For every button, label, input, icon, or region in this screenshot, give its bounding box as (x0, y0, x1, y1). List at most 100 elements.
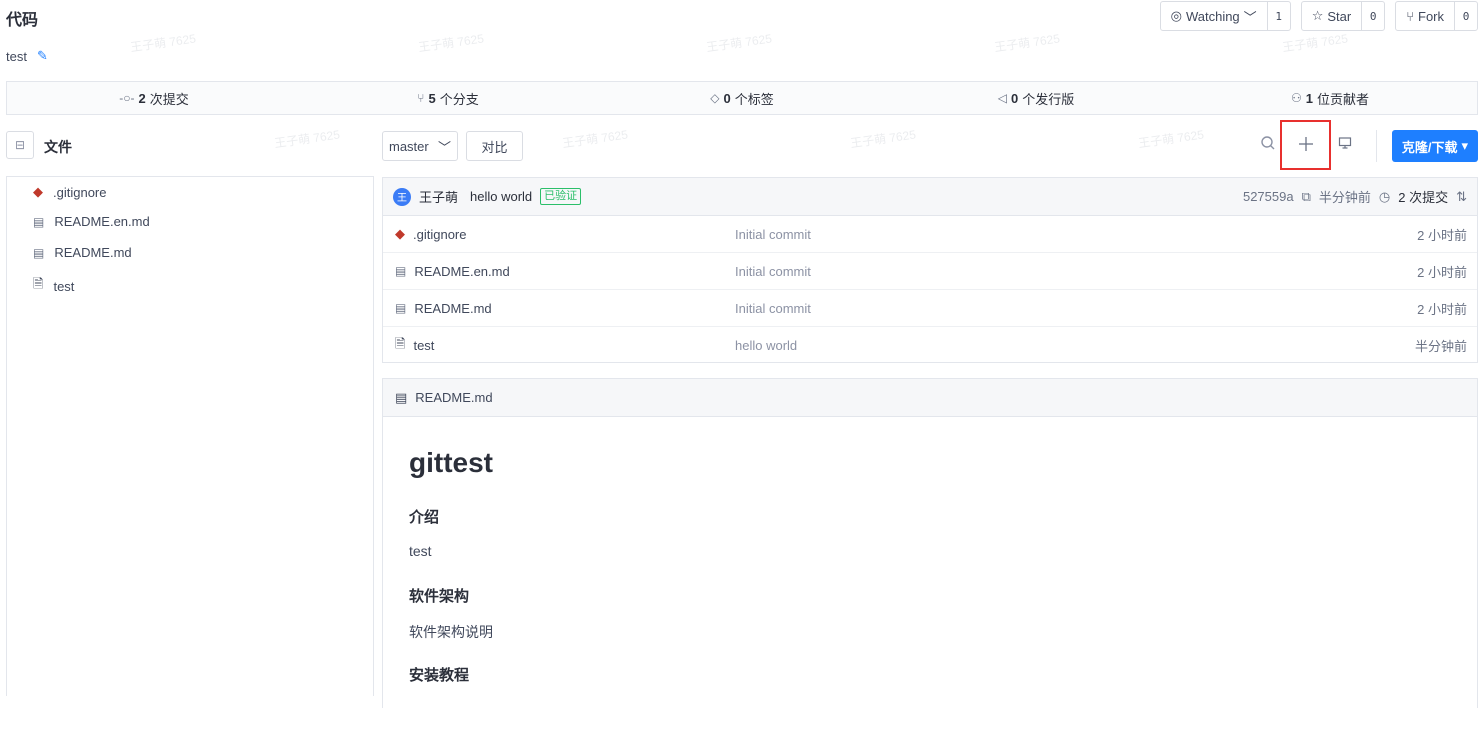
branch-icon: ⑂ (417, 91, 425, 105)
watermark: 王子萌 7625 (561, 127, 629, 151)
watermark: 王子萌 7625 (129, 31, 197, 55)
git-icon: ◆ (395, 226, 405, 241)
fork-icon: ⑂ (1406, 8, 1414, 24)
tree-item-label: README.en.md (54, 214, 150, 229)
repo-description-text: test (6, 48, 27, 64)
book-icon: ▤ (395, 301, 407, 315)
fork-count[interactable]: 0 (1455, 2, 1477, 30)
stat-releases-num: 0 (1010, 90, 1019, 106)
file-tree-panel: ◆ .gitignore ▤ README.en.md ▤ README.md … (6, 176, 374, 696)
stat-tags[interactable]: ◇ 0 个标签 (595, 82, 889, 114)
file-icon: 🗎 (395, 335, 406, 351)
file-name[interactable]: ◆ .gitignore (395, 226, 466, 242)
file-list-panel: 王 王子萌 hello world 已验证 527559a ⧉ 半分钟前 ◷ 2… (382, 177, 1478, 363)
watch-count[interactable]: 1 (1268, 2, 1290, 30)
table-row[interactable]: ▤ README.md Initial commit 2 小时前 (383, 290, 1477, 327)
copy-icon[interactable]: ⧉ (1302, 189, 1311, 205)
file-name[interactable]: 🗎 test (395, 335, 434, 357)
commit-time: 半分钟前 (1318, 190, 1371, 205)
branch-select-value: master (389, 138, 429, 154)
document-icon: ▤ (395, 389, 408, 405)
tree-item[interactable]: 🗎 test (33, 275, 74, 297)
tag-icon: ◇ (710, 91, 720, 105)
tree-item[interactable]: ▤ README.en.md (33, 214, 150, 229)
readme-heading: 安装教程 (409, 667, 470, 684)
tree-item[interactable]: ◆ .gitignore (33, 184, 106, 200)
repo-description: test ✎ (6, 48, 48, 64)
readme-heading: 介绍 (409, 509, 440, 526)
monitor-icon[interactable] (1338, 136, 1352, 153)
file-commit-message[interactable]: Initial commit (735, 227, 811, 242)
readme-heading: 软件架构 (409, 588, 470, 605)
file-name[interactable]: ▤ README.md (395, 301, 492, 316)
stat-contributors-unit: 位贡献者 (1316, 91, 1369, 107)
book-icon: ▤ (395, 264, 407, 278)
divider (1376, 130, 1377, 162)
new-file-button-highlight[interactable] (1280, 120, 1331, 170)
stat-contributors-num: 1 (1305, 90, 1313, 106)
sort-icon[interactable]: ⇅ (1456, 189, 1467, 205)
watermark: 王子萌 7625 (705, 31, 773, 55)
table-row[interactable]: 🗎 test hello world 半分钟前 (383, 327, 1477, 364)
release-icon: ◁ (997, 91, 1007, 105)
commit-message[interactable]: hello world (470, 189, 532, 204)
avatar[interactable]: 王 (393, 187, 411, 206)
file-commit-message[interactable]: Initial commit (735, 301, 811, 316)
commit-author[interactable]: 王子萌 (419, 187, 458, 206)
commit-history-link[interactable]: 2 次提交 (1398, 187, 1448, 206)
file-name-label: test (413, 338, 435, 353)
plus-icon (1298, 132, 1314, 158)
file-name[interactable]: ▤ README.en.md (395, 264, 510, 279)
stat-contributors[interactable]: ⚇ 1 位贡献者 (1183, 82, 1477, 114)
watermark: 王子萌 7625 (993, 31, 1061, 55)
repo-actions: ◎ Watching ﹀ 1 ☆ Star 0 ⑂ Fork 0 (1159, 1, 1478, 31)
git-icon: ◆ (33, 184, 43, 199)
search-icon[interactable] (1260, 135, 1276, 156)
commit-meta: 527559a ⧉ 半分钟前 ◷ 2 次提交 ⇅ (1243, 187, 1467, 206)
edit-icon[interactable]: ✎ (37, 48, 48, 64)
repo-stats-bar: -○- 2 次提交 ⑂ 5 个分支 ◇ 0 个标签 ◁ 0 个发行版 ⚇ 1 位… (6, 81, 1478, 115)
compare-button[interactable]: 对比 (466, 131, 523, 161)
watch-label: Watching (1185, 8, 1240, 24)
stat-tags-unit: 个标签 (734, 91, 774, 107)
latest-commit-bar: 王 王子萌 hello world 已验证 527559a ⧉ 半分钟前 ◷ 2… (383, 178, 1477, 216)
file-commit-message[interactable]: hello world (735, 338, 797, 353)
watermark: 王子萌 7625 (849, 127, 917, 151)
stat-commits-unit: 次提交 (149, 91, 189, 107)
files-label: 文件 (44, 139, 72, 155)
tree-toggle-button[interactable]: ⊟ (6, 131, 34, 159)
star-button[interactable]: ☆ Star (1302, 2, 1363, 30)
watermark: 王子萌 7625 (273, 127, 341, 151)
file-commit-message[interactable]: Initial commit (735, 264, 811, 279)
file-name-label: .gitignore (413, 226, 467, 242)
clone-download-label: 克隆/下载 (1401, 139, 1458, 155)
fork-button[interactable]: ⑂ Fork (1396, 2, 1455, 30)
readme-paragraph: 软件架构说明 (409, 624, 493, 640)
eye-icon: ◎ (1170, 8, 1182, 23)
star-count[interactable]: 0 (1362, 2, 1384, 30)
book-icon: ▤ (33, 214, 45, 229)
star-button-group: ☆ Star 0 (1300, 1, 1386, 31)
page-title: 代码 (6, 12, 39, 29)
verified-badge: 已验证 (540, 188, 582, 205)
branch-select[interactable]: master ﹀ (382, 131, 458, 161)
tree-item-label: README.md (54, 245, 132, 260)
stat-commits-num: 2 (138, 90, 146, 106)
stat-branches-unit: 个分支 (439, 91, 479, 107)
fork-label: Fork (1418, 8, 1444, 24)
clone-download-button[interactable]: 克隆/下载 ▾ (1392, 130, 1478, 162)
readme-title: gittest (409, 447, 493, 478)
file-icon: 🗎 (33, 276, 44, 291)
stat-branches[interactable]: ⑂ 5 个分支 (301, 82, 595, 114)
tree-item[interactable]: ▤ README.md (33, 245, 132, 260)
table-row[interactable]: ▤ README.en.md Initial commit 2 小时前 (383, 253, 1477, 290)
stat-commits[interactable]: -○- 2 次提交 (7, 82, 301, 114)
table-row[interactable]: ◆ .gitignore Initial commit 2 小时前 (383, 216, 1477, 253)
stat-releases[interactable]: ◁ 0 个发行版 (889, 82, 1183, 114)
readme-filename[interactable]: README.md (415, 390, 492, 405)
tree-item-label: test (53, 278, 75, 294)
watch-button[interactable]: ◎ Watching ﹀ (1161, 2, 1268, 30)
caret-down-icon: ▾ (1461, 138, 1469, 153)
commit-hash[interactable]: 527559a (1243, 189, 1294, 204)
file-name-label: README.en.md (414, 263, 510, 279)
